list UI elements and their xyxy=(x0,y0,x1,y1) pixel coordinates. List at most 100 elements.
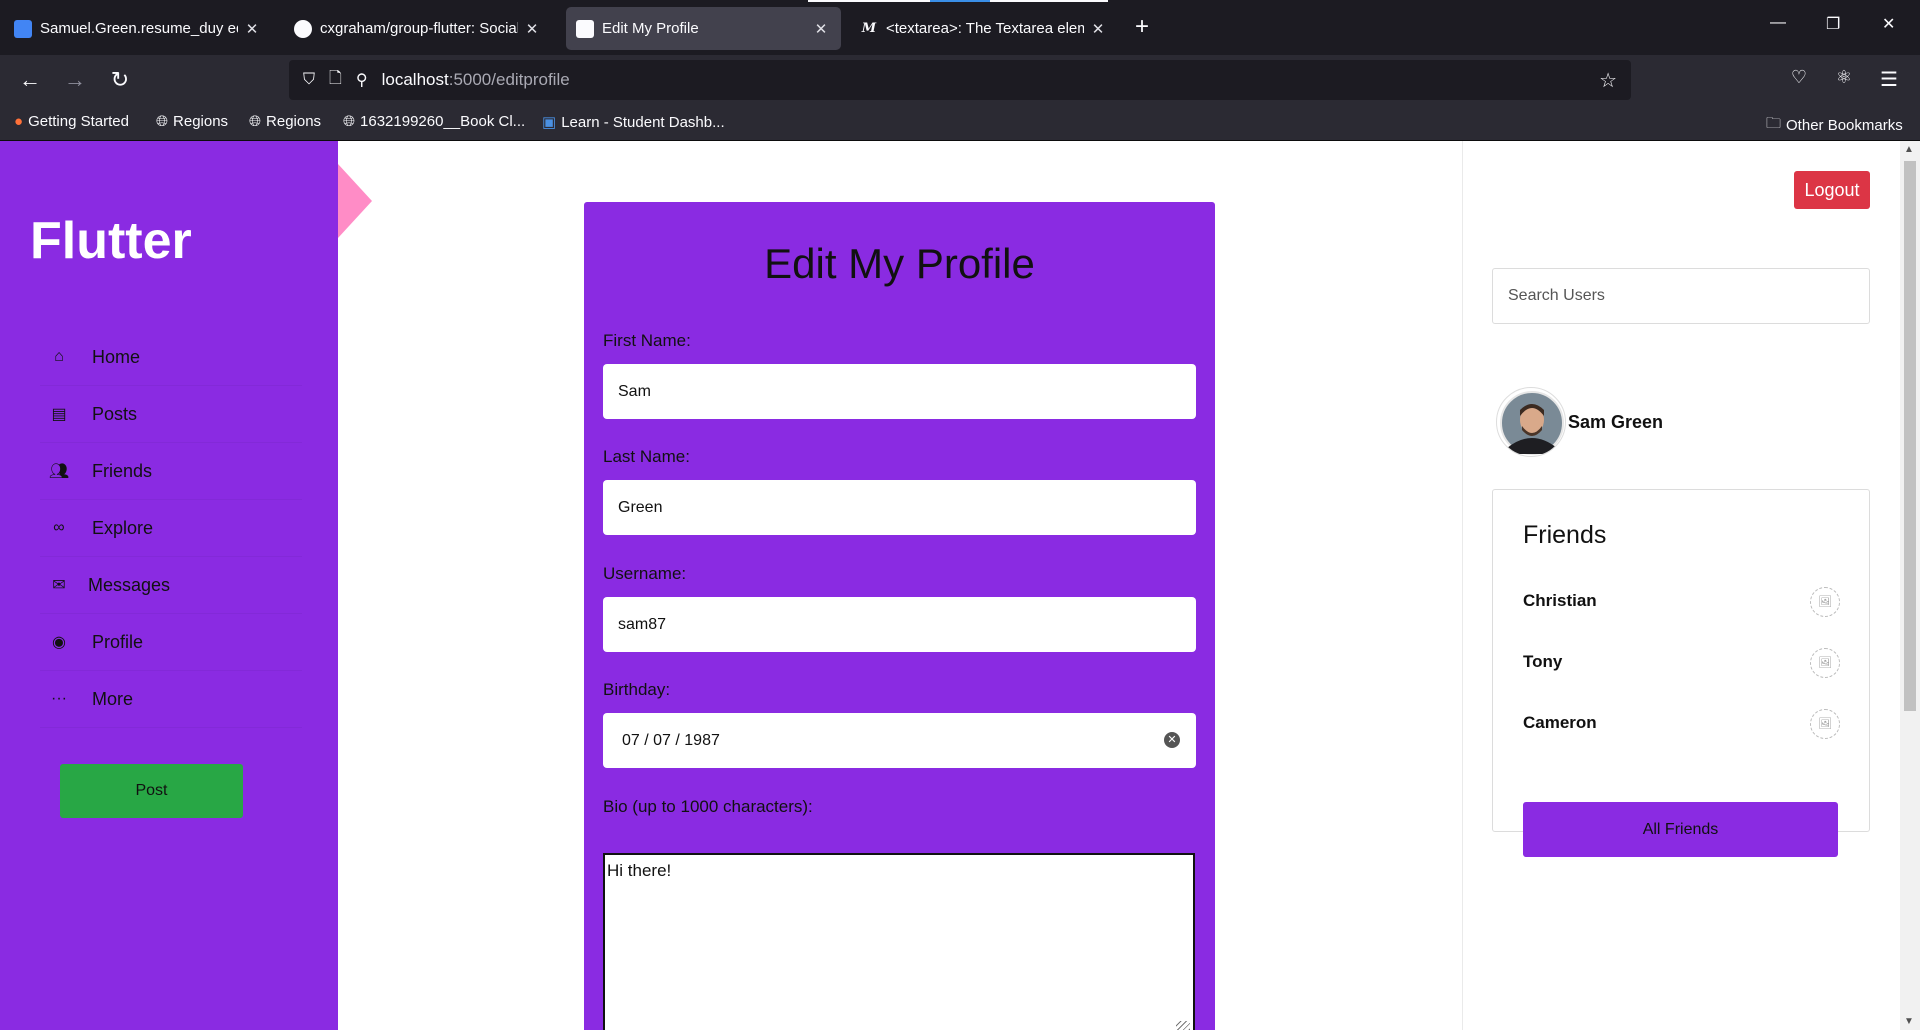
bookmark-label: Learn - Student Dashb... xyxy=(561,113,725,131)
globe-icon: 🌐︎ xyxy=(249,113,262,130)
close-icon[interactable]: ✕ xyxy=(522,20,542,38)
bookmark-star-icon[interactable]: ☆ xyxy=(1599,68,1617,93)
tab-label: cxgraham/group-flutter: Social xyxy=(320,20,518,37)
bookmark-label: Getting Started xyxy=(28,113,129,130)
sidebar-item-label: Messages xyxy=(88,574,171,595)
envelope-icon: ✉ xyxy=(52,577,66,594)
bookmark-label: Regions xyxy=(266,113,322,130)
minimize-icon[interactable]: — xyxy=(1770,14,1786,32)
scroll-down-icon[interactable]: ▼ xyxy=(1904,1016,1914,1027)
sidebar: Flutter ⌂ Home ▤ Posts 👥︎ Friends ∞ Expl… xyxy=(0,141,338,1030)
globe-icon: 🌐︎ xyxy=(156,113,169,130)
posts-icon: ▤ xyxy=(51,406,67,423)
sidebar-item-posts[interactable]: ▤ Posts xyxy=(40,386,302,443)
close-icon[interactable]: ✕ xyxy=(1088,20,1108,38)
tab-resume[interactable]: Samuel.Green.resume_duy edits ✕ xyxy=(4,7,272,50)
bookmark-regions[interactable]: 🌐︎ Regions xyxy=(249,113,321,130)
menu-icon[interactable]: ☰ xyxy=(1876,67,1902,92)
ellipsis-icon: ··· xyxy=(51,690,67,707)
restore-icon[interactable]: ❐ xyxy=(1826,14,1840,34)
friends-card: Friends Christian 🖼︎ Tony 🖼︎ Cameron 🖼︎ … xyxy=(1492,489,1870,857)
scroll-thumb[interactable] xyxy=(1904,161,1916,711)
other-bookmarks[interactable]: 🗀 Other Bookmarks xyxy=(1766,113,1903,138)
binoculars-icon: ∞ xyxy=(53,519,65,536)
reload-icon[interactable]: ↻ xyxy=(107,67,133,93)
bookmark-learn[interactable]: ▣ Learn - Student Dashb... xyxy=(542,113,725,132)
page-icon[interactable]: 🗋 xyxy=(329,67,342,94)
close-window-icon[interactable]: ✕ xyxy=(1882,14,1895,34)
sidebar-item-label: Posts xyxy=(92,403,138,424)
page-scrollbar[interactable]: ▲ ▼ xyxy=(1900,141,1920,1030)
bookmark-regions[interactable]: 🌐︎ Regions xyxy=(156,113,228,130)
friend-item[interactable]: Tony 🖼︎ xyxy=(1523,648,1840,678)
resize-handle-icon[interactable] xyxy=(1176,1021,1190,1030)
username-field[interactable] xyxy=(603,597,1196,652)
browser-nav-bar: ← → ↻ ⛉ 🗋 ⚲ localhost:5000/editprofile ☆… xyxy=(0,55,1920,105)
tab-mdn-textarea[interactable]: M <textarea>: The Textarea eleme ✕ xyxy=(850,7,1118,50)
last-name-field[interactable] xyxy=(603,480,1196,535)
sidebar-item-more[interactable]: ··· More xyxy=(40,671,302,728)
bio-textarea[interactable]: Hi there! xyxy=(603,853,1195,1030)
back-icon[interactable]: ← xyxy=(17,67,43,93)
scroll-up-icon[interactable]: ▲ xyxy=(1904,144,1914,155)
firefox-icon: ● xyxy=(14,113,24,130)
post-button[interactable]: Post xyxy=(60,764,243,818)
mdn-icon: M xyxy=(861,21,877,36)
forward-icon[interactable]: → xyxy=(62,67,88,93)
tab-edit-profile[interactable]: Edit My Profile ✕ xyxy=(566,7,841,50)
brand-logo[interactable]: Flutter xyxy=(30,211,192,271)
search-users-input[interactable] xyxy=(1492,268,1870,324)
sidebar-item-friends[interactable]: 👥︎ Friends xyxy=(40,443,302,500)
sidebar-item-label: Home xyxy=(92,346,141,367)
logout-button[interactable]: Logout xyxy=(1794,171,1870,209)
broken-image-icon: 🖼︎ xyxy=(1810,648,1840,678)
close-icon[interactable]: ✕ xyxy=(242,20,262,38)
web-page: Flutter ⌂ Home ▤ Posts 👥︎ Friends ∞ Expl… xyxy=(0,141,1920,1030)
sidebar-item-home[interactable]: ⌂ Home xyxy=(40,329,302,386)
user-photo-icon xyxy=(1500,391,1564,455)
bookmark-book[interactable]: 🌐︎ 1632199260__Book Cl... xyxy=(343,113,525,130)
tab-label: Samuel.Green.resume_duy edits xyxy=(40,20,238,37)
sidebar-item-profile[interactable]: ◉ Profile xyxy=(40,614,302,671)
bookmark-label: Regions xyxy=(173,113,229,130)
birthday-field[interactable]: 07 / 07 / 1987 ✕ xyxy=(603,713,1196,768)
page-title: Edit My Profile xyxy=(764,240,1035,287)
friend-name: Tony xyxy=(1523,652,1563,671)
all-friends-button[interactable]: All Friends xyxy=(1523,802,1838,857)
sidebar-item-label: More xyxy=(92,688,134,709)
username-label: Username: xyxy=(603,564,687,583)
friends-title: Friends xyxy=(1523,521,1607,549)
tab-loading-indicator xyxy=(930,0,990,2)
sidebar-item-explore[interactable]: ∞ Explore xyxy=(40,500,302,557)
current-user-name[interactable]: Sam Green xyxy=(1568,412,1663,433)
friend-name: Christian xyxy=(1523,591,1597,610)
pocket-icon[interactable]: ♡ xyxy=(1786,67,1812,88)
avatar[interactable] xyxy=(1496,387,1566,457)
sidebar-item-label: Explore xyxy=(92,517,154,538)
tab-label: Edit My Profile xyxy=(602,20,699,37)
bookmarks-bar: ● Getting Started 🌐︎ Regions 🌐︎ Regions … xyxy=(0,105,1920,141)
learn-icon: ▣ xyxy=(542,114,557,131)
bookmark-getting-started[interactable]: ● Getting Started xyxy=(14,113,129,130)
sidebar-item-messages[interactable]: ✉ Messages xyxy=(40,557,302,614)
decorative-arrow xyxy=(338,164,372,238)
clear-date-icon[interactable]: ✕ xyxy=(1164,732,1180,748)
friend-name: Cameron xyxy=(1523,713,1597,732)
globe-icon: 🌐︎ xyxy=(343,113,356,130)
friend-item[interactable]: Christian 🖼︎ xyxy=(1523,587,1840,617)
url-path: :5000/editprofile xyxy=(448,70,570,89)
first-name-field[interactable] xyxy=(603,364,1196,419)
permissions-icon[interactable]: ⚲ xyxy=(356,70,368,90)
docs-icon xyxy=(14,19,32,38)
url-bar[interactable]: ⛉ 🗋 ⚲ localhost:5000/editprofile ☆ xyxy=(289,60,1631,100)
tab-github[interactable]: cxgraham/group-flutter: Social ✕ xyxy=(284,7,552,50)
friend-item[interactable]: Cameron 🖼︎ xyxy=(1523,709,1840,739)
extension-icon[interactable]: ⚛ xyxy=(1831,67,1857,88)
shield-icon[interactable]: ⛉ xyxy=(303,71,315,89)
right-column-divider xyxy=(1462,141,1463,1030)
home-icon: ⌂ xyxy=(54,348,64,365)
browser-tab-bar: Samuel.Green.resume_duy edits ✕ cxgraham… xyxy=(0,0,1920,55)
first-name-label: First Name: xyxy=(603,331,691,350)
new-tab-icon[interactable]: + xyxy=(1135,13,1149,41)
close-icon[interactable]: ✕ xyxy=(811,20,831,38)
